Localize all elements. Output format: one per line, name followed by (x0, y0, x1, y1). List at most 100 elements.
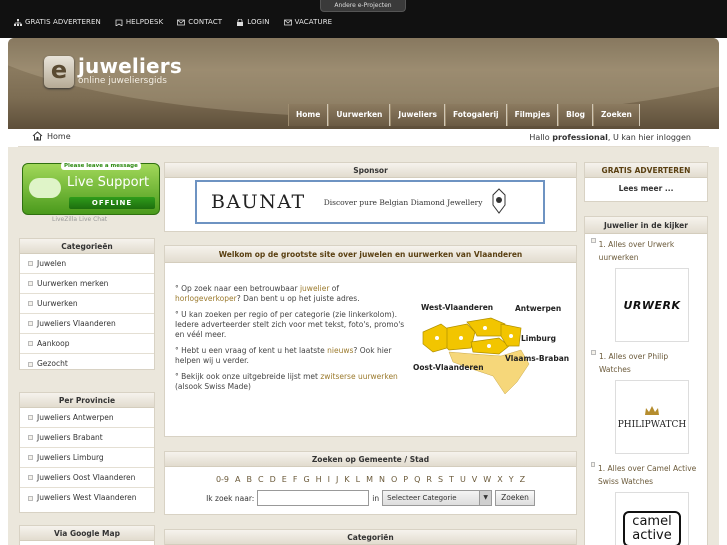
sidebar-item-limburg[interactable]: Juweliers Limburg (20, 448, 154, 468)
alphabet-letter[interactable]: Z (520, 475, 525, 484)
top-link-login[interactable]: LOGIN (236, 18, 269, 26)
envelope-icon (177, 19, 186, 25)
urwerk-logo[interactable]: URWERK (615, 268, 689, 342)
nav-uurwerken[interactable]: Uurwerken (328, 104, 391, 126)
alphabet-letter[interactable]: X (497, 475, 502, 484)
sponsor-slogan: Discover pure Belgian Diamond Jewellery (323, 197, 483, 207)
bullet-icon (591, 350, 596, 355)
alphabet-letter[interactable]: W (483, 475, 491, 484)
bullet-icon (28, 415, 33, 420)
alphabet-letter[interactable]: C (258, 475, 264, 484)
top-link-helpdesk[interactable]: HELPDESK (115, 18, 163, 26)
top-nav: GRATIS ADVERTEREN HELPDESK CONTACT LOGIN… (14, 18, 332, 26)
breadcrumb[interactable]: Home (32, 131, 71, 141)
top-link-gratis-adverteren[interactable]: GRATIS ADVERTEREN (14, 18, 101, 26)
sidebar-item-juweliers-vlaanderen[interactable]: Juweliers Vlaanderen (20, 314, 154, 334)
chat-bubble-icon (29, 178, 61, 198)
link-nieuws[interactable]: nieuws (327, 346, 353, 355)
kijker-item-philip-watch[interactable]: 1. Alles over Philip Watches (585, 346, 707, 378)
kijker-item-urwerk[interactable]: 1. Alles over Urwerk uurwerken (585, 234, 707, 266)
alphabet-letter[interactable]: Q (414, 475, 420, 484)
bullet-icon (28, 281, 33, 286)
search-input[interactable] (257, 490, 370, 506)
logo-e-mark: e (44, 56, 74, 88)
livezilla-caption[interactable]: LiveZilla Live Chat (52, 216, 107, 223)
bullet-icon (28, 435, 33, 440)
welcome-panel: Welkom op de grootste site over juwelen … (164, 245, 577, 437)
alphabet-letter[interactable]: L (356, 475, 360, 484)
map-label-brabant: Vlaams-Brabant (505, 354, 569, 363)
bullet-icon (28, 495, 33, 501)
nav-filmpjes[interactable]: Filmpjes (506, 104, 559, 126)
bullet-icon (28, 455, 33, 460)
welcome-title: Welkom op de grootste site over juwelen … (165, 246, 576, 263)
philipwatch-logo[interactable]: PHILIPWATCH (615, 380, 689, 454)
site-logo[interactable]: e juweliers online juweliersgids (44, 56, 182, 88)
sidebar-item-west-vlaanderen[interactable]: Juweliers West Vlaanderen (20, 488, 154, 508)
alphabet-letter[interactable]: P (403, 475, 408, 484)
kijker-item-camel-active[interactable]: 1. Alles over Camel Active Swiss Watches (585, 458, 707, 490)
bullet-icon (28, 321, 33, 326)
link-zwitserse-uurwerken[interactable]: zwitserse uurwerken (320, 372, 397, 381)
sidebar-item-uurwerken-merken[interactable]: Uurwerken merken (20, 274, 154, 294)
nav-fotogalerij[interactable]: Fotogalerij (444, 104, 507, 126)
sidebar-item-oost-vlaanderen[interactable]: Juweliers Oost Vlaanderen (20, 468, 154, 488)
top-link-contact[interactable]: CONTACT (177, 18, 222, 26)
alphabet-letter[interactable]: T (449, 475, 454, 484)
googlemap-title[interactable]: Via Google Map (20, 526, 154, 541)
sidebar-item-antwerpen[interactable]: Juweliers Antwerpen (20, 408, 154, 428)
alphabet-letter[interactable]: B (247, 475, 253, 484)
link-juwelier[interactable]: juwelier (300, 284, 329, 293)
gratis-adverteren-panel: GRATIS ADVERTEREN Lees meer ... (584, 162, 708, 202)
top-link-vacature[interactable]: VACATURE (283, 18, 333, 26)
flanders-map[interactable]: West-Vlaanderen Antwerpen Limburg Vlaams… (409, 302, 569, 402)
alphabet-letter[interactable]: G (303, 475, 309, 484)
bookmark-icon (115, 19, 123, 26)
alphabet-letter[interactable]: S (438, 475, 443, 484)
login-link[interactable]: hier inloggen (638, 133, 691, 142)
gratis-more-link[interactable]: Lees meer ... (585, 184, 707, 193)
sidebar-item-juwelen[interactable]: Juwelen (20, 254, 154, 274)
site-header: e juweliers online juweliersgids Home Uu… (8, 38, 719, 129)
alphabet-letter[interactable]: U (460, 475, 466, 484)
alphabet-letter[interactable]: I (328, 475, 330, 484)
link-horlogeverkoper[interactable]: horlogeverkoper (175, 294, 237, 303)
alphabet-letter[interactable]: A (235, 475, 240, 484)
alphabet-letter[interactable]: D (270, 475, 276, 484)
alphabet-letter[interactable]: 0-9 (216, 475, 229, 484)
category-select[interactable]: Selecteer Categorie ▼ (382, 490, 493, 506)
sidebar-item-gezocht[interactable]: Gezocht (20, 354, 154, 374)
sidebar-item-aankoop[interactable]: Aankoop (20, 334, 154, 354)
username: professional (552, 133, 608, 142)
alphabet-letter[interactable]: H (316, 475, 322, 484)
bullet-icon (28, 261, 33, 266)
live-support-button[interactable]: Please leave a message Live Support OFFL… (22, 162, 160, 215)
alphabet-letter[interactable]: V (472, 475, 477, 484)
sidebar-item-brabant[interactable]: Juweliers Brabant (20, 428, 154, 448)
map-label-limburg: Limburg (521, 334, 556, 343)
other-projects-tab[interactable]: Andere e-Projecten (320, 0, 406, 12)
nav-blog[interactable]: Blog (558, 104, 593, 126)
alphabet-letter[interactable]: O (391, 475, 397, 484)
alphabet-letter[interactable]: R (426, 475, 432, 484)
sponsor-banner[interactable]: BAUNAT Discover pure Belgian Diamond Jew… (195, 180, 545, 224)
alphabet-letter[interactable]: M (366, 475, 373, 484)
alphabet-letter[interactable]: N (379, 475, 385, 484)
alphabet-letter[interactable]: F (293, 475, 298, 484)
live-support-status: OFFLINE (69, 197, 155, 209)
nav-zoeken[interactable]: Zoeken (592, 104, 640, 126)
breadcrumb-home: Home (47, 131, 71, 141)
nav-juweliers[interactable]: Juweliers (390, 104, 445, 126)
alphabet-letter[interactable]: Y (509, 475, 514, 484)
main-nav: Home Uurwerken Juweliers Fotogalerij Fil… (288, 104, 640, 126)
diamond-emblem-icon (492, 188, 506, 214)
search-button[interactable]: Zoeken (495, 490, 535, 506)
sidebar-item-uurwerken[interactable]: Uurwerken (20, 294, 154, 314)
alphabet-letter[interactable]: K (344, 475, 349, 484)
alphabet-letter[interactable]: E (282, 475, 287, 484)
nav-home[interactable]: Home (288, 104, 329, 126)
search-label: Ik zoek naar: (206, 493, 255, 503)
camel-active-logo[interactable]: camel active (615, 492, 689, 545)
alphabet-letter[interactable]: J (336, 475, 338, 484)
map-label-antwerpen: Antwerpen (515, 304, 561, 313)
